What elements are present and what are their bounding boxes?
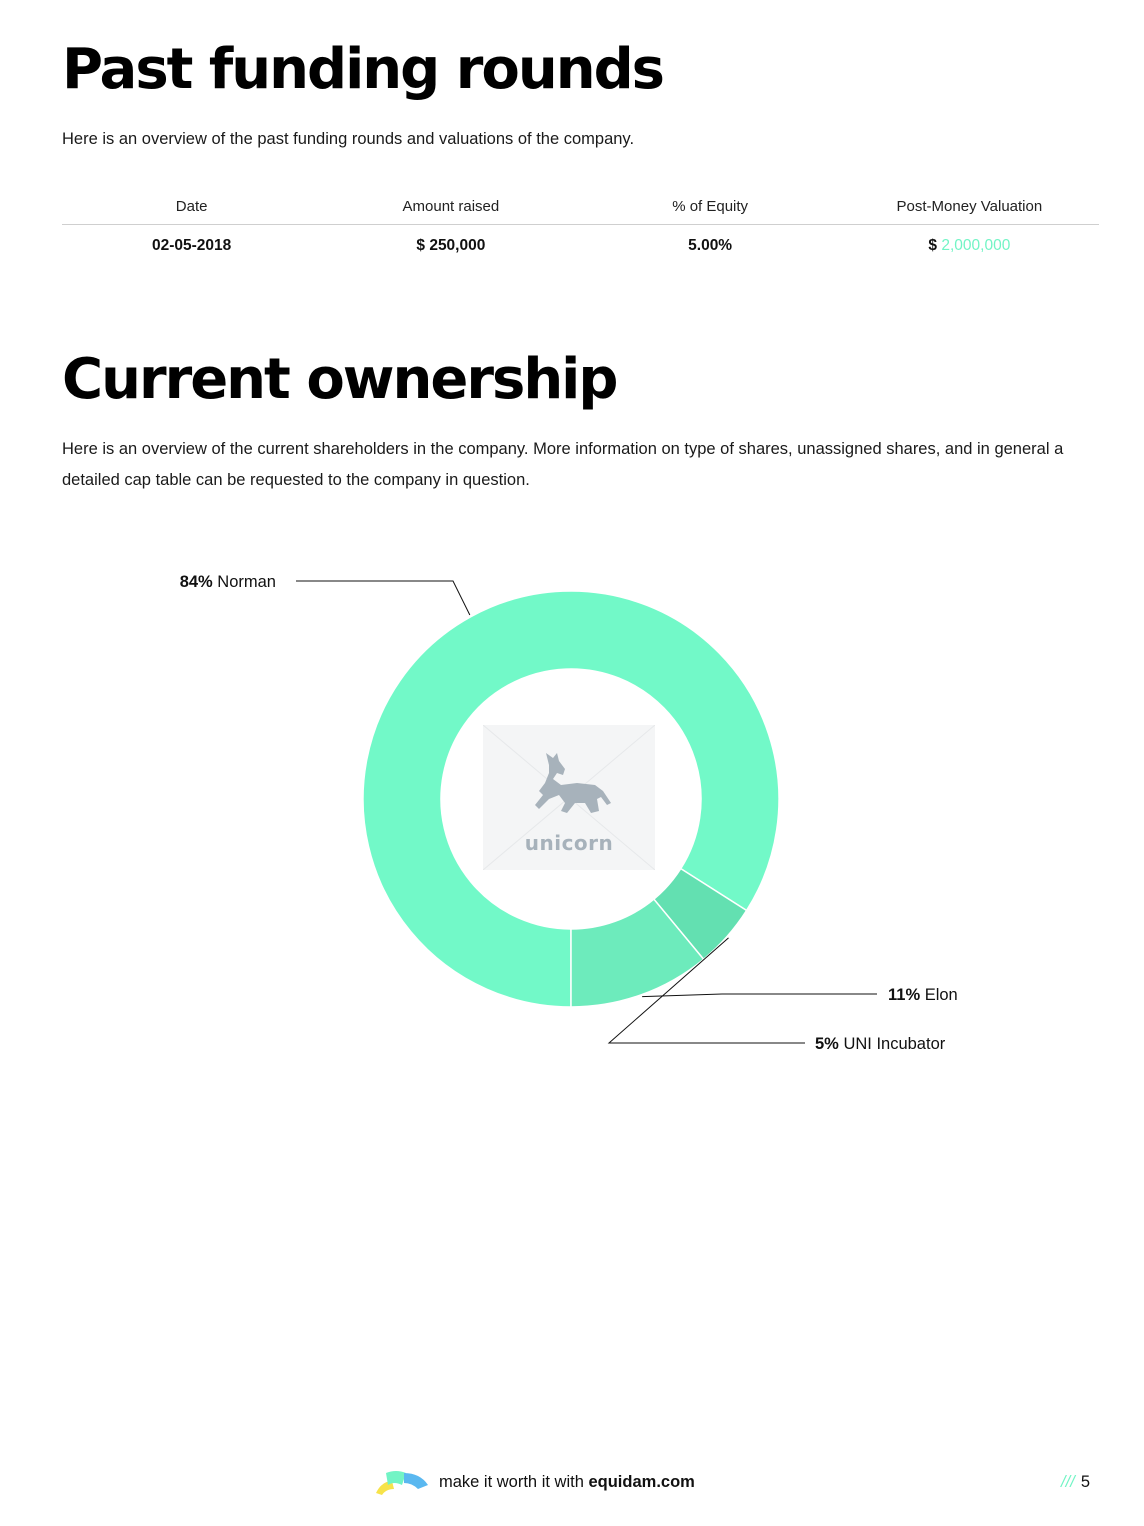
valuation-currency: $ [928, 237, 938, 254]
slice-label-norman: 84% Norman [180, 573, 276, 591]
footer-tagline-text: make it worth it with [439, 1473, 584, 1491]
leader-line-norman [296, 580, 471, 616]
slice-label-uni-incubator: 5% UNI Incubator [815, 1035, 946, 1053]
company-logo: unicorn [483, 725, 655, 870]
leader-line-elon [642, 993, 877, 998]
page-number-value: 5 [1080, 1473, 1090, 1491]
slice-label-percent: 5% [815, 1035, 839, 1053]
column-header-equity: % of Equity [580, 188, 840, 225]
equidam-logo-icon [376, 1471, 428, 1495]
slice-label-name: Elon [920, 986, 958, 1004]
column-header-amount: Amount raised [321, 188, 581, 225]
page-number: /// 5 [1061, 1473, 1090, 1492]
slice-label-percent: 11% [888, 986, 920, 1004]
page-number-prefix: /// [1061, 1473, 1075, 1491]
logo-text: unicorn [524, 831, 614, 855]
cell-amount: $ 250,000 [416, 237, 486, 254]
footer: make it worth it with equidam.com /// 5 [0, 1471, 1144, 1496]
footer-tagline: make it worth it with equidam.com [439, 1473, 695, 1492]
cell-equity: 5.00% [688, 237, 733, 254]
column-header-valuation: Post-Money Valuation [839, 188, 1099, 225]
page-title-ownership: Current ownership [62, 347, 618, 412]
footer-brand[interactable]: equidam.com [588, 1473, 694, 1491]
column-header-date: Date [62, 188, 322, 225]
slice-label-percent: 84% [180, 573, 213, 591]
table-row: 02-05-2018 $ 250,000 5.00% $ 2,000,000 [62, 225, 1099, 268]
page-title-funding: Past funding rounds [62, 37, 665, 102]
ownership-intro: Here is an overview of the current share… [62, 440, 1064, 489]
funding-table: Date Amount raised % of Equity Post-Mone… [62, 188, 1099, 267]
cell-date: 02-05-2018 [151, 237, 232, 254]
slice-label-elon: 11% Elon [888, 986, 958, 1004]
slice-label-name: Norman [213, 573, 276, 591]
funding-intro: Here is an overview of the past funding … [62, 130, 635, 148]
table-header-row: Date Amount raised % of Equity Post-Mone… [62, 188, 1099, 225]
slice-label-name: UNI Incubator [839, 1035, 946, 1053]
valuation-amount: 2,000,000 [941, 237, 1011, 254]
cell-valuation: $ 2,000,000 [840, 225, 1099, 268]
